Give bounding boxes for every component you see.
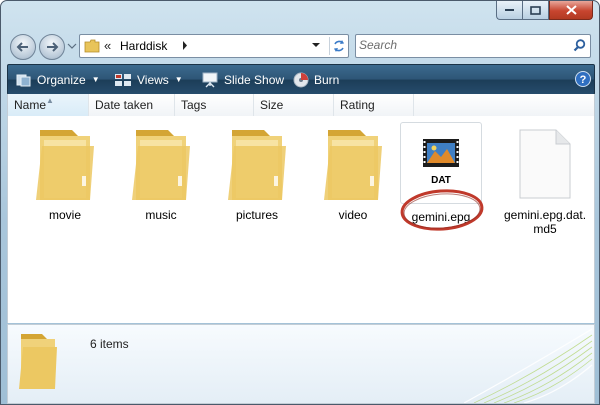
decorative-swoosh (464, 328, 593, 403)
back-button[interactable] (10, 34, 36, 60)
breadcrumb-harddisk[interactable]: Harddisk (120, 39, 167, 53)
search-box[interactable] (355, 34, 591, 58)
folder-icon (120, 122, 202, 202)
slideshow-label: Slide Show (224, 72, 285, 87)
list-item-label: pictures (235, 208, 279, 222)
organize-button[interactable]: Organize ▼ (16, 65, 100, 94)
file-list: movie music pictures video DAT gemini.ep… (7, 116, 595, 323)
maximize-icon (530, 5, 541, 15)
folder-icon (24, 122, 106, 202)
forward-arrow-icon (47, 42, 59, 52)
column-header-date-taken[interactable]: Date taken (89, 94, 175, 116)
column-headers: Name ▲ Date taken Tags Size Rating (7, 94, 595, 117)
burn-label: Burn (314, 72, 340, 87)
dat-badge: DAT (431, 175, 451, 186)
column-header-name[interactable]: Name ▲ (8, 94, 89, 116)
back-arrow-icon (16, 42, 28, 52)
list-item-label: movie (48, 208, 81, 222)
column-header-size-label: Size (260, 98, 284, 112)
close-icon (565, 5, 577, 15)
views-button[interactable]: Views ▼ (114, 65, 183, 94)
column-header-tags[interactable]: Tags (175, 94, 254, 116)
list-item-movie[interactable]: movie (24, 122, 106, 222)
label-line-2: md5 (533, 222, 557, 236)
list-item-label: video (338, 208, 368, 222)
list-item-video[interactable]: video (312, 122, 394, 222)
column-header-tags-label: Tags (181, 98, 207, 112)
search-icon[interactable] (573, 39, 586, 52)
organize-label: Organize (37, 72, 86, 87)
projector-screen-icon (201, 72, 219, 88)
help-icon[interactable]: ? (575, 71, 591, 87)
svg-text:?: ? (580, 74, 587, 86)
views-icon (114, 73, 132, 87)
command-bar: Organize ▼ Views ▼ Slide Show Burn ? (7, 64, 595, 95)
close-button[interactable] (549, 1, 593, 20)
item-count: 6 items (90, 337, 129, 351)
slideshow-button[interactable]: Slide Show (201, 65, 284, 94)
forward-button[interactable] (39, 34, 65, 60)
column-header-rating-label: Rating (340, 98, 375, 112)
label-line-1: gemini.epg.dat. (504, 208, 587, 222)
details-pane: 6 items (7, 324, 595, 404)
list-item-pictures[interactable]: pictures (216, 122, 298, 222)
organize-icon (16, 73, 32, 87)
folder-icon (312, 122, 394, 202)
column-header-name-label: Name (14, 98, 47, 112)
explorer-window: « Harddisk Organize ▼ (0, 0, 600, 405)
chevron-down-icon: ▼ (91, 75, 100, 84)
maximize-button[interactable] (522, 1, 549, 20)
chevron-down-icon: ▼ (174, 75, 183, 84)
refresh-button[interactable] (329, 37, 348, 55)
column-header-rating[interactable]: Rating (334, 94, 414, 116)
recent-pages-dropdown-icon[interactable] (67, 41, 77, 51)
refresh-icon (334, 40, 344, 52)
blank-document-icon (504, 122, 586, 202)
highlight-ellipse (400, 189, 484, 231)
folder-icon (84, 39, 100, 53)
caption-buttons (496, 1, 593, 20)
burn-disc-icon (293, 72, 309, 88)
list-item-music[interactable]: music (120, 122, 202, 222)
list-item-label: gemini.epg.dat. md5 (504, 208, 586, 236)
breadcrumb-overflow[interactable]: « (104, 38, 111, 53)
minimize-icon (504, 9, 514, 11)
address-dropdown-icon[interactable] (311, 41, 321, 49)
search-input[interactable] (359, 37, 564, 53)
burn-button[interactable]: Burn (293, 65, 339, 94)
list-item-gemini-epg-dat-md5[interactable]: gemini.epg.dat. md5 (504, 122, 586, 236)
folder-icon (216, 122, 298, 202)
column-header-size[interactable]: Size (254, 94, 334, 116)
minimize-button[interactable] (496, 1, 522, 20)
breadcrumb-arrow-icon[interactable] (182, 41, 188, 50)
folder-icon (19, 334, 57, 389)
views-label: Views (137, 72, 169, 87)
address-bar[interactable]: « Harddisk (79, 34, 349, 58)
sort-ascending-icon: ▲ (46, 96, 54, 105)
column-header-date-label: Date taken (95, 98, 154, 112)
list-item-label: music (145, 208, 177, 222)
